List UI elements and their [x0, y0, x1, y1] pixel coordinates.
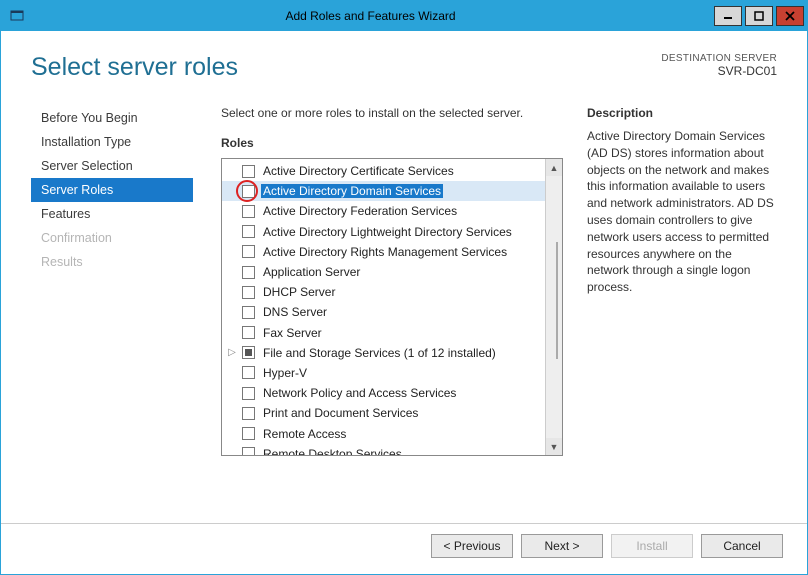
page-title: Select server roles: [31, 53, 238, 82]
previous-button[interactable]: < Previous: [431, 534, 513, 558]
role-row[interactable]: Active Directory Certificate Services: [222, 161, 545, 181]
main-columns: Before You BeginInstallation TypeServer …: [1, 82, 807, 523]
role-checkbox[interactable]: [242, 387, 255, 400]
expand-icon[interactable]: ▷: [226, 347, 238, 358]
role-label: Active Directory Domain Services: [261, 184, 443, 198]
role-row[interactable]: Remote Desktop Services: [222, 444, 545, 455]
role-checkbox[interactable]: [242, 205, 255, 218]
role-label: Print and Document Services: [261, 406, 420, 420]
role-label: Application Server: [261, 265, 362, 279]
role-label: Remote Desktop Services: [261, 447, 404, 455]
role-checkbox[interactable]: [242, 407, 255, 420]
roles-section-label: Roles: [221, 136, 563, 150]
role-checkbox[interactable]: [242, 427, 255, 440]
role-row[interactable]: DNS Server: [222, 302, 545, 322]
role-row[interactable]: Remote Access: [222, 423, 545, 443]
instruction-text: Select one or more roles to install on t…: [221, 106, 563, 120]
role-label: Active Directory Federation Services: [261, 204, 459, 218]
nav-item[interactable]: Server Roles: [31, 178, 193, 202]
role-row[interactable]: Active Directory Federation Services: [222, 201, 545, 221]
role-label: Active Directory Rights Management Servi…: [261, 245, 509, 259]
role-checkbox[interactable]: [242, 286, 255, 299]
scroll-thumb[interactable]: [556, 242, 558, 360]
role-row[interactable]: DHCP Server: [222, 282, 545, 302]
role-checkbox[interactable]: [242, 245, 255, 258]
scroll-down-icon[interactable]: ▼: [546, 438, 562, 455]
content-area: Select server roles DESTINATION SERVER S…: [1, 31, 807, 574]
minimize-button[interactable]: [714, 6, 742, 26]
role-label: Hyper-V: [261, 366, 309, 380]
roles-scrollbar[interactable]: ▲ ▼: [545, 159, 562, 455]
role-row[interactable]: ▷ File and Storage Services (1 of 12 inst…: [222, 343, 545, 363]
description-text: Active Directory Domain Services (AD DS)…: [587, 128, 777, 296]
role-row[interactable]: Print and Document Services: [222, 403, 545, 423]
role-label: Active Directory Lightweight Directory S…: [261, 225, 514, 239]
role-label: Network Policy and Access Services: [261, 386, 458, 400]
role-row[interactable]: Fax Server: [222, 323, 545, 343]
role-checkbox[interactable]: [242, 266, 255, 279]
wizard-nav: Before You BeginInstallation TypeServer …: [31, 106, 193, 523]
role-checkbox[interactable]: [242, 366, 255, 379]
app-icon: [7, 6, 27, 26]
nav-item[interactable]: Installation Type: [31, 130, 193, 154]
role-checkbox[interactable]: [242, 165, 255, 178]
next-button[interactable]: Next >: [521, 534, 603, 558]
role-checkbox[interactable]: [242, 346, 255, 359]
role-label: Fax Server: [261, 326, 324, 340]
role-row[interactable]: Active Directory Rights Management Servi…: [222, 242, 545, 262]
nav-item[interactable]: Server Selection: [31, 154, 193, 178]
role-label: Active Directory Certificate Services: [261, 164, 456, 178]
role-row[interactable]: Active Directory Domain Services: [222, 181, 545, 201]
roles-list: Active Directory Certificate Services Act…: [222, 159, 545, 455]
role-checkbox[interactable]: [242, 306, 255, 319]
role-label: DHCP Server: [261, 285, 337, 299]
role-row[interactable]: Application Server: [222, 262, 545, 282]
roles-listbox: Active Directory Certificate Services Act…: [221, 158, 563, 456]
destination-block: DESTINATION SERVER SVR-DC01: [661, 53, 777, 78]
role-label: Remote Access: [261, 427, 348, 441]
role-row[interactable]: Network Policy and Access Services: [222, 383, 545, 403]
role-checkbox[interactable]: [242, 326, 255, 339]
wizard-window: Add Roles and Features Wizard Select ser…: [0, 0, 808, 575]
scroll-up-icon[interactable]: ▲: [546, 159, 562, 176]
window-title: Add Roles and Features Wizard: [27, 9, 714, 23]
header-row: Select server roles DESTINATION SERVER S…: [1, 31, 807, 82]
nav-item[interactable]: Features: [31, 202, 193, 226]
role-row[interactable]: Hyper-V: [222, 363, 545, 383]
description-column: Description Active Directory Domain Serv…: [579, 106, 777, 523]
description-label: Description: [587, 106, 777, 120]
role-checkbox[interactable]: [242, 447, 255, 455]
footer-buttons: < Previous Next > Install Cancel: [1, 523, 807, 574]
role-checkbox[interactable]: [242, 225, 255, 238]
role-label: DNS Server: [261, 305, 329, 319]
install-button[interactable]: Install: [611, 534, 693, 558]
maximize-button[interactable]: [745, 6, 773, 26]
title-controls: [714, 6, 807, 26]
role-label: File and Storage Services (1 of 12 insta…: [261, 346, 498, 360]
close-button[interactable]: [776, 6, 804, 26]
role-row[interactable]: Active Directory Lightweight Directory S…: [222, 222, 545, 242]
cancel-button[interactable]: Cancel: [701, 534, 783, 558]
destination-server-name: SVR-DC01: [661, 64, 777, 78]
titlebar: Add Roles and Features Wizard: [1, 1, 807, 31]
nav-item: Confirmation: [31, 226, 193, 250]
nav-item: Results: [31, 250, 193, 274]
center-column: Select one or more roles to install on t…: [193, 106, 579, 523]
role-checkbox[interactable]: [242, 185, 255, 198]
nav-item[interactable]: Before You Begin: [31, 106, 193, 130]
destination-label: DESTINATION SERVER: [661, 53, 777, 64]
